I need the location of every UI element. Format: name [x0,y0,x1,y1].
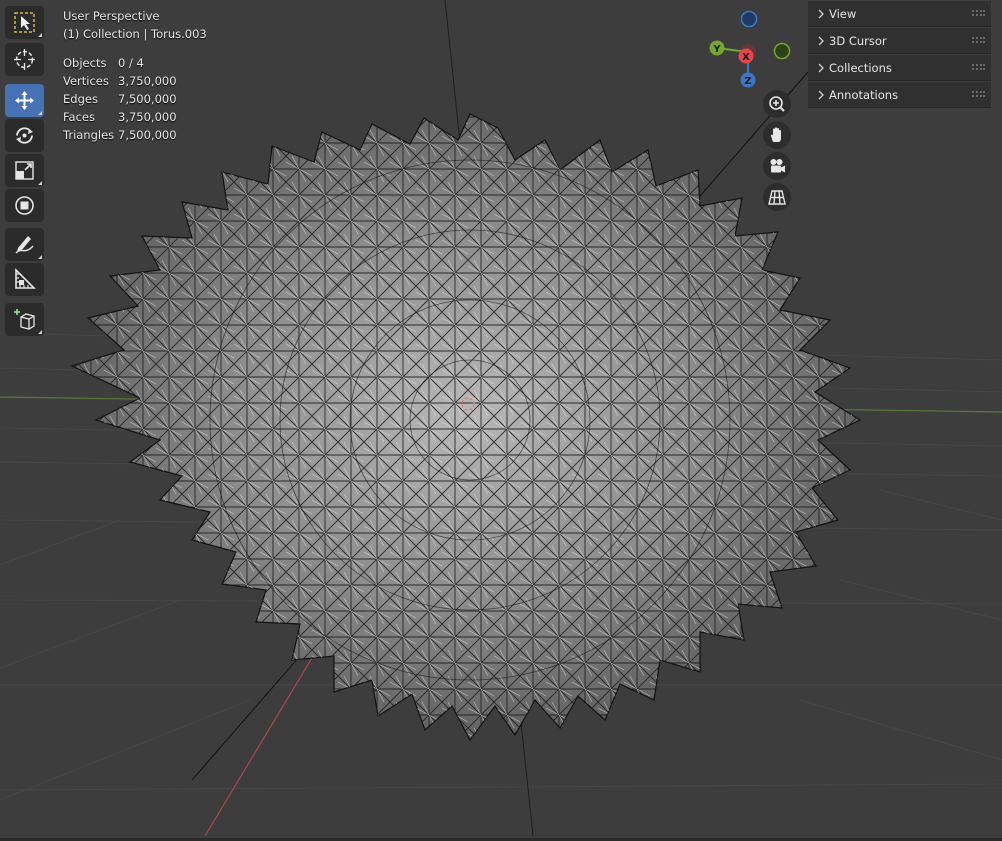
panel-collections[interactable]: Collections [808,55,991,81]
stat-value: 3,750,000 [118,110,177,124]
panel-label: Annotations [829,88,899,102]
cursor-icon [14,49,35,70]
select-box-icon [14,12,35,33]
zoom-button[interactable] [763,90,791,118]
drag-handle-icon[interactable] [972,64,985,72]
ortho-toggle-button[interactable] [763,183,791,211]
collection-name-label: (1) Collection | Torus.003 [63,27,207,41]
transform-icon [15,196,34,215]
panel-label: 3D Cursor [829,34,887,48]
stat-value: 7,500,000 [118,92,177,106]
tool-expand-indicator [38,111,42,115]
drag-handle-icon[interactable] [972,10,985,18]
fractal-mesh [70,113,862,742]
gizmo-z-label: Z [744,76,751,87]
stat-faces: Faces 3,750,000 [63,110,177,124]
gizmo-x-label: X [742,52,750,63]
cursor-tool[interactable] [5,43,44,76]
gizmo-y-label: Y [712,44,721,55]
stat-edges: Edges 7,500,000 [63,92,177,106]
stat-label: Edges [63,92,98,106]
stat-label: Triangles [63,128,115,142]
move-icon [15,91,34,110]
panel-label: View [829,7,857,21]
annotate-tool[interactable] [5,228,44,261]
stat-triangles: Triangles 7,500,000 [63,128,177,142]
stat-label: Objects [63,56,107,70]
grid-icon [768,190,786,205]
chevron-right-icon [818,36,824,46]
chevron-right-icon [818,9,824,19]
tool-expand-indicator [38,255,42,259]
rotate-icon [16,127,33,144]
select-box-tool[interactable] [5,6,44,39]
sidebar-panel: View 3D Cursor Collections Annotations [808,1,991,109]
gizmo-y-negative[interactable] [773,42,791,60]
chevron-right-icon [818,90,824,100]
panel-view[interactable]: View [808,1,991,27]
stat-value: 0 / 4 [118,56,144,70]
view-name-label: User Perspective [63,9,160,23]
stat-label: Vertices [63,74,109,88]
stat-vertices: Vertices 3,750,000 [63,74,177,88]
drag-handle-icon[interactable] [972,37,985,45]
panel-3d-cursor[interactable]: 3D Cursor [808,28,991,54]
rotate-tool[interactable] [5,119,44,152]
tool-expand-indicator [38,181,42,185]
stat-label: Faces [63,110,95,124]
transform-tool[interactable] [5,189,44,222]
zoom-in-icon [769,96,785,112]
3d-viewport[interactable] [0,0,1002,841]
camera-view-button[interactable] [763,152,791,180]
measure-icon [15,268,36,289]
tool-expand-indicator [38,33,42,37]
tool-expand-indicator [38,330,42,334]
stat-objects: Objects 0 / 4 [63,56,144,70]
drag-handle-icon[interactable] [972,91,985,99]
scale-icon [15,161,34,180]
camera-icon [770,159,785,173]
chevron-right-icon [818,63,824,73]
navigation-gizmo[interactable]: Y X Z [700,6,800,92]
measure-tool[interactable] [5,263,44,296]
stat-value: 3,750,000 [118,74,177,88]
scale-tool[interactable] [5,154,44,187]
move-tool[interactable] [5,84,44,117]
add-cube-tool[interactable] [5,303,44,336]
stat-value: 7,500,000 [118,128,177,142]
gizmo-z-negative[interactable] [740,10,758,28]
hand-icon [770,127,781,142]
panel-label: Collections [829,61,892,75]
annotate-icon [15,236,34,254]
add-cube-icon [14,309,35,330]
pan-button[interactable] [763,121,791,149]
panel-annotations[interactable]: Annotations [808,82,991,108]
